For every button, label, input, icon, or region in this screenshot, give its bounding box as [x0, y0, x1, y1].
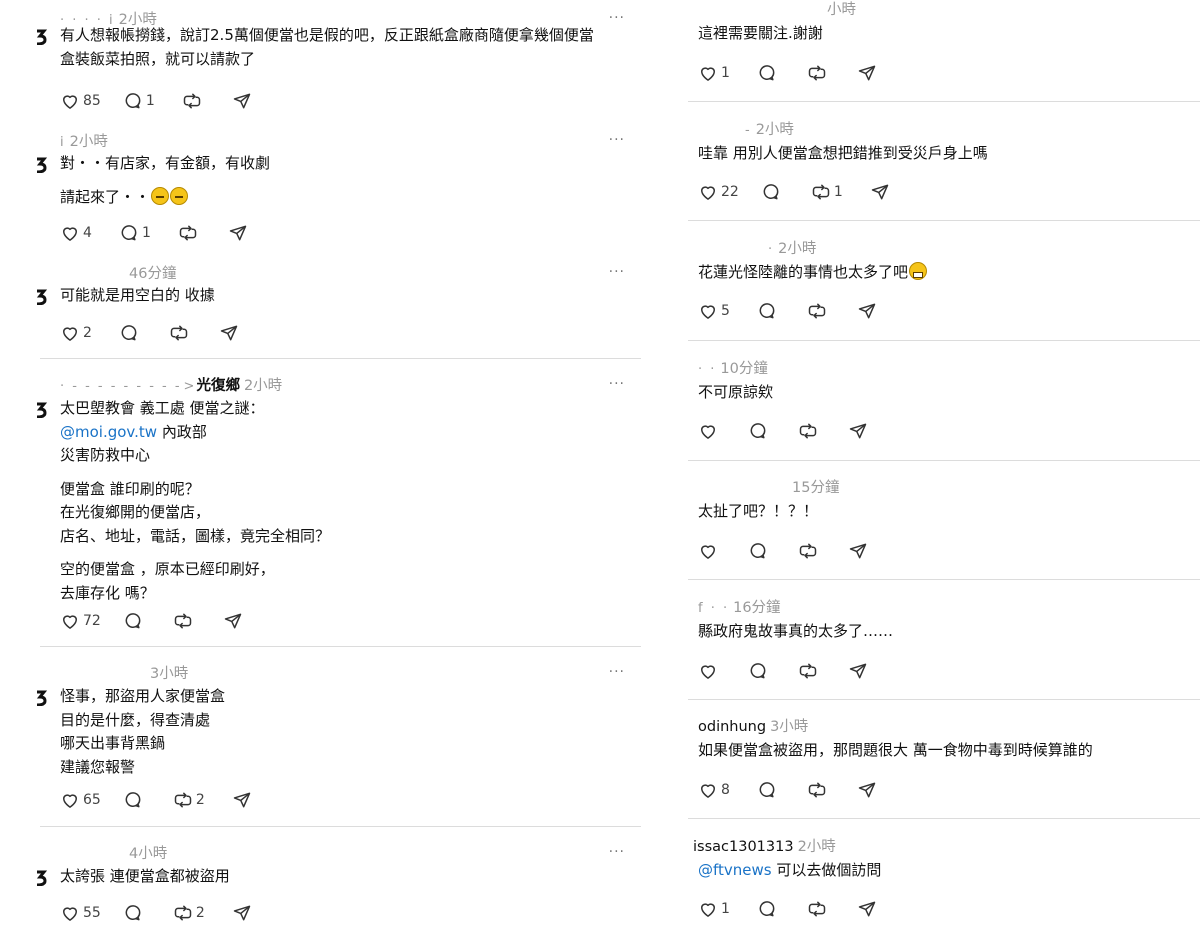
repost-button[interactable] — [807, 899, 827, 919]
share-icon — [232, 903, 252, 923]
thread-post: 4小時 ··· 太誇張 連便當盒都被盜用 55 2 — [36, 0, 639, 929]
post-paragraph: 太誇張 連便當盒都被盜用 — [60, 865, 619, 889]
right-thread-column: 小時 這裡需要關注.謝謝 1-2小時 哇靠 用別人便當盒想把錯推到受災戶身上嗎 22 1 ·… — [688, 0, 1200, 929]
reposts-count: 2 — [195, 905, 205, 921]
repost-icon — [173, 903, 193, 923]
mention-link[interactable]: @ftvnews — [698, 861, 772, 879]
post-line: @ftvnews 可以去做個訪問 — [698, 859, 1180, 883]
heart-icon — [60, 903, 80, 923]
reply-button[interactable] — [123, 903, 143, 923]
like-button[interactable]: 1 — [698, 899, 735, 919]
repost-button[interactable]: 2 — [173, 903, 210, 923]
column-gutter — [645, 0, 688, 929]
author-name[interactable]: issac1301313 — [693, 839, 794, 855]
post-text: 太誇張 連便當盒都被盜用 — [60, 865, 619, 889]
mention-suffix: 可以去做個訪問 — [771, 861, 882, 879]
paragraph-text: 太誇張 連便當盒都被盜用 — [60, 867, 230, 885]
post-header: 4小時 — [125, 842, 639, 866]
left-thread-column: · · · · i 2小時 ··· 有人想報帳撈錢，說訂2.5萬個便當也是假的吧，反正… — [0, 0, 645, 929]
share-button[interactable] — [232, 903, 252, 923]
likes-count: 55 — [83, 905, 101, 921]
post-header: issac1301313 2小時 — [693, 835, 1200, 859]
post-timestamp: 4小時 — [129, 846, 168, 862]
share-icon — [857, 899, 877, 919]
repost-icon — [807, 899, 827, 919]
thread-post: issac1301313 2小時 @ftvnews 可以去做個訪問 1 — [688, 0, 1200, 929]
like-button[interactable]: 55 — [60, 903, 101, 923]
more-options-icon[interactable]: ··· — [609, 844, 625, 860]
post-timestamp: 2小時 — [797, 839, 836, 855]
share-button[interactable] — [857, 899, 877, 919]
heart-icon — [698, 899, 718, 919]
avatar[interactable] — [35, 870, 49, 888]
post-actions: 1 — [698, 898, 899, 920]
reply-icon — [757, 899, 777, 919]
reply-icon — [123, 903, 143, 923]
post-actions: 55 2 — [60, 902, 274, 924]
likes-count: 1 — [721, 901, 730, 917]
post-text: @ftvnews 可以去做個訪問 — [698, 859, 1180, 883]
reply-button[interactable] — [757, 899, 777, 919]
